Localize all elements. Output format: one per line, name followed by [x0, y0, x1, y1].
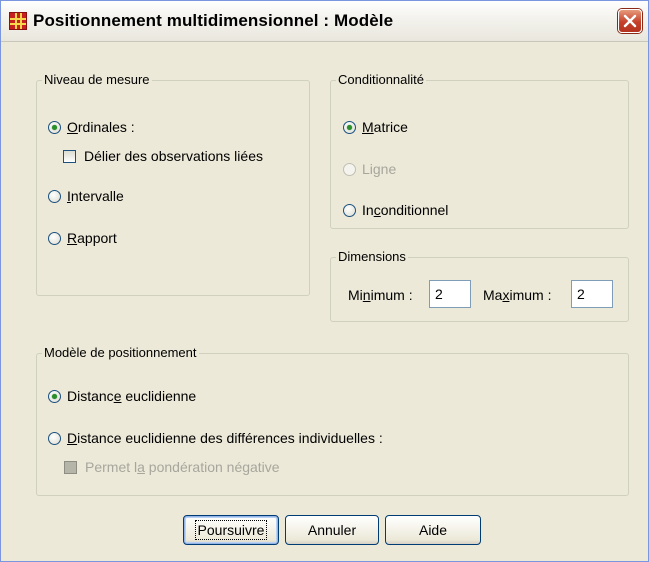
radio-ratio[interactable]: Rapport: [48, 230, 117, 246]
help-button-label: Aide: [418, 522, 448, 538]
radio-interval-indicator[interactable]: [48, 189, 61, 203]
radio-unconditional-label: Inconditionnel: [362, 202, 449, 218]
help-button[interactable]: Aide: [385, 515, 481, 545]
radio-row-label: Ligne: [362, 161, 397, 177]
scaling-model-legend: Modèle de positionnement: [42, 345, 199, 361]
radio-ordinal-indicator[interactable]: [48, 120, 61, 134]
maximum-input[interactable]: 2: [571, 280, 613, 308]
radio-indscal-label: Distance euclidienne des différences ind…: [67, 430, 383, 446]
radio-ordinal-label: Ordinales :: [67, 119, 135, 135]
title-bar[interactable]: Positionnement multidimensionnel : Modèl…: [1, 1, 648, 42]
close-button[interactable]: [618, 9, 642, 33]
dimensions-legend: Dimensions: [336, 249, 408, 265]
radio-euclidean[interactable]: Distance euclidienne: [48, 388, 196, 404]
minimum-label: Minimum :: [348, 287, 413, 303]
checkbox-untie[interactable]: Délier des observations liées: [63, 148, 263, 164]
radio-euclidean-label: Distance euclidienne: [67, 388, 197, 404]
radio-interval-label: Intervalle: [67, 188, 124, 204]
close-x-icon: [623, 14, 637, 28]
radio-indscal-indicator[interactable]: [48, 431, 61, 445]
minimum-input[interactable]: 2: [429, 280, 471, 308]
radio-unconditional-indicator[interactable]: [343, 203, 356, 217]
checkbox-negative-weights-label: Permet la pondération négative: [85, 459, 280, 475]
radio-interval[interactable]: Intervalle: [48, 188, 124, 204]
radio-ratio-label: Rapport: [67, 230, 117, 246]
radio-matrix[interactable]: Matrice: [343, 119, 408, 135]
radio-row: Ligne: [343, 161, 396, 177]
continue-button[interactable]: Poursuivre: [183, 515, 279, 545]
radio-euclidean-indicator[interactable]: [48, 389, 61, 403]
radio-matrix-indicator[interactable]: [343, 120, 356, 134]
checkbox-negative-weights: Permet la pondération négative: [64, 459, 280, 475]
radio-ratio-indicator[interactable]: [48, 231, 61, 245]
window-title: Positionnement multidimensionnel : Modèl…: [33, 11, 394, 30]
radio-row-indicator: [343, 162, 356, 176]
cancel-button[interactable]: Annuler: [285, 515, 379, 545]
checkbox-untie-box[interactable]: [63, 149, 76, 163]
checkbox-negative-weights-box: [64, 460, 77, 474]
checkbox-untie-label: Délier des observations liées: [84, 148, 263, 164]
maximum-label: Maximum :: [483, 287, 552, 303]
dialog-window: Positionnement multidimensionnel : Modèl…: [0, 0, 649, 562]
continue-button-label: Poursuivre: [194, 520, 268, 540]
radio-matrix-label: Matrice: [362, 119, 408, 135]
spss-grid-icon: [9, 12, 27, 30]
conditionality-legend: Conditionnalité: [336, 72, 427, 88]
radio-unconditional[interactable]: Inconditionnel: [343, 202, 448, 218]
measure-level-legend: Niveau de mesure: [42, 72, 152, 88]
cancel-button-label: Annuler: [307, 522, 357, 538]
radio-indscal[interactable]: Distance euclidienne des différences ind…: [48, 430, 383, 446]
radio-ordinal[interactable]: Ordinales :: [48, 119, 135, 135]
